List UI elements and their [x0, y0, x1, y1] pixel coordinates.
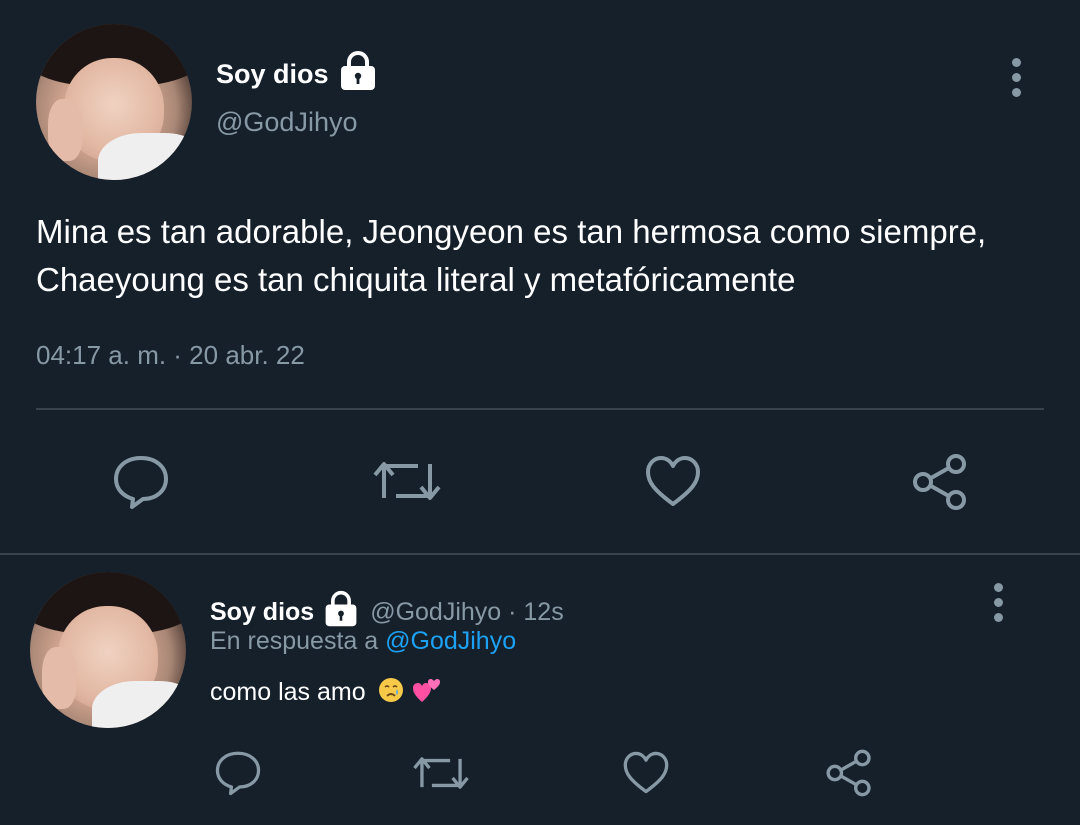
lock-icon — [337, 50, 379, 99]
replying-to-label: En respuesta a — [210, 627, 379, 655]
divider — [36, 408, 1044, 410]
display-name[interactable]: Soy dios — [210, 598, 314, 627]
tweet-thread: Soy dios @GodJihyo Mina es tan adorable,… — [0, 0, 1080, 825]
avatar[interactable] — [36, 24, 192, 180]
tweet-text: Mina es tan adorable, Jeongyeon es tan h… — [36, 213, 987, 298]
handle-and-time[interactable]: @GodJihyo · 12s — [370, 598, 564, 627]
avatar[interactable] — [30, 572, 186, 728]
retweet-icon[interactable] — [412, 752, 470, 794]
share-icon[interactable] — [824, 748, 874, 798]
divider — [0, 553, 1080, 555]
reply-text-row: como las amo — [210, 676, 442, 711]
like-icon[interactable] — [622, 750, 670, 795]
author-name-row[interactable]: Soy dios — [216, 50, 379, 99]
reply-icon[interactable] — [112, 454, 170, 510]
reply-text: como las amo — [210, 678, 366, 707]
reply-icon[interactable] — [214, 750, 262, 796]
like-icon[interactable] — [644, 454, 702, 508]
more-options-icon[interactable] — [994, 583, 1004, 628]
crying-face-icon — [377, 676, 405, 711]
tweet-timestamp[interactable]: 04:17 a. m. · 20 abr. 22 — [36, 340, 305, 371]
two-hearts-icon — [412, 676, 442, 711]
more-options-icon[interactable] — [1012, 58, 1022, 103]
share-icon[interactable] — [910, 452, 970, 512]
replying-to-mention[interactable]: @GodJihyo — [385, 627, 516, 655]
replying-to: En respuesta a @GodJihyo — [210, 627, 516, 656]
display-name[interactable]: Soy dios — [216, 59, 329, 90]
user-handle[interactable]: @GodJihyo — [216, 107, 357, 138]
retweet-icon[interactable] — [372, 456, 442, 506]
